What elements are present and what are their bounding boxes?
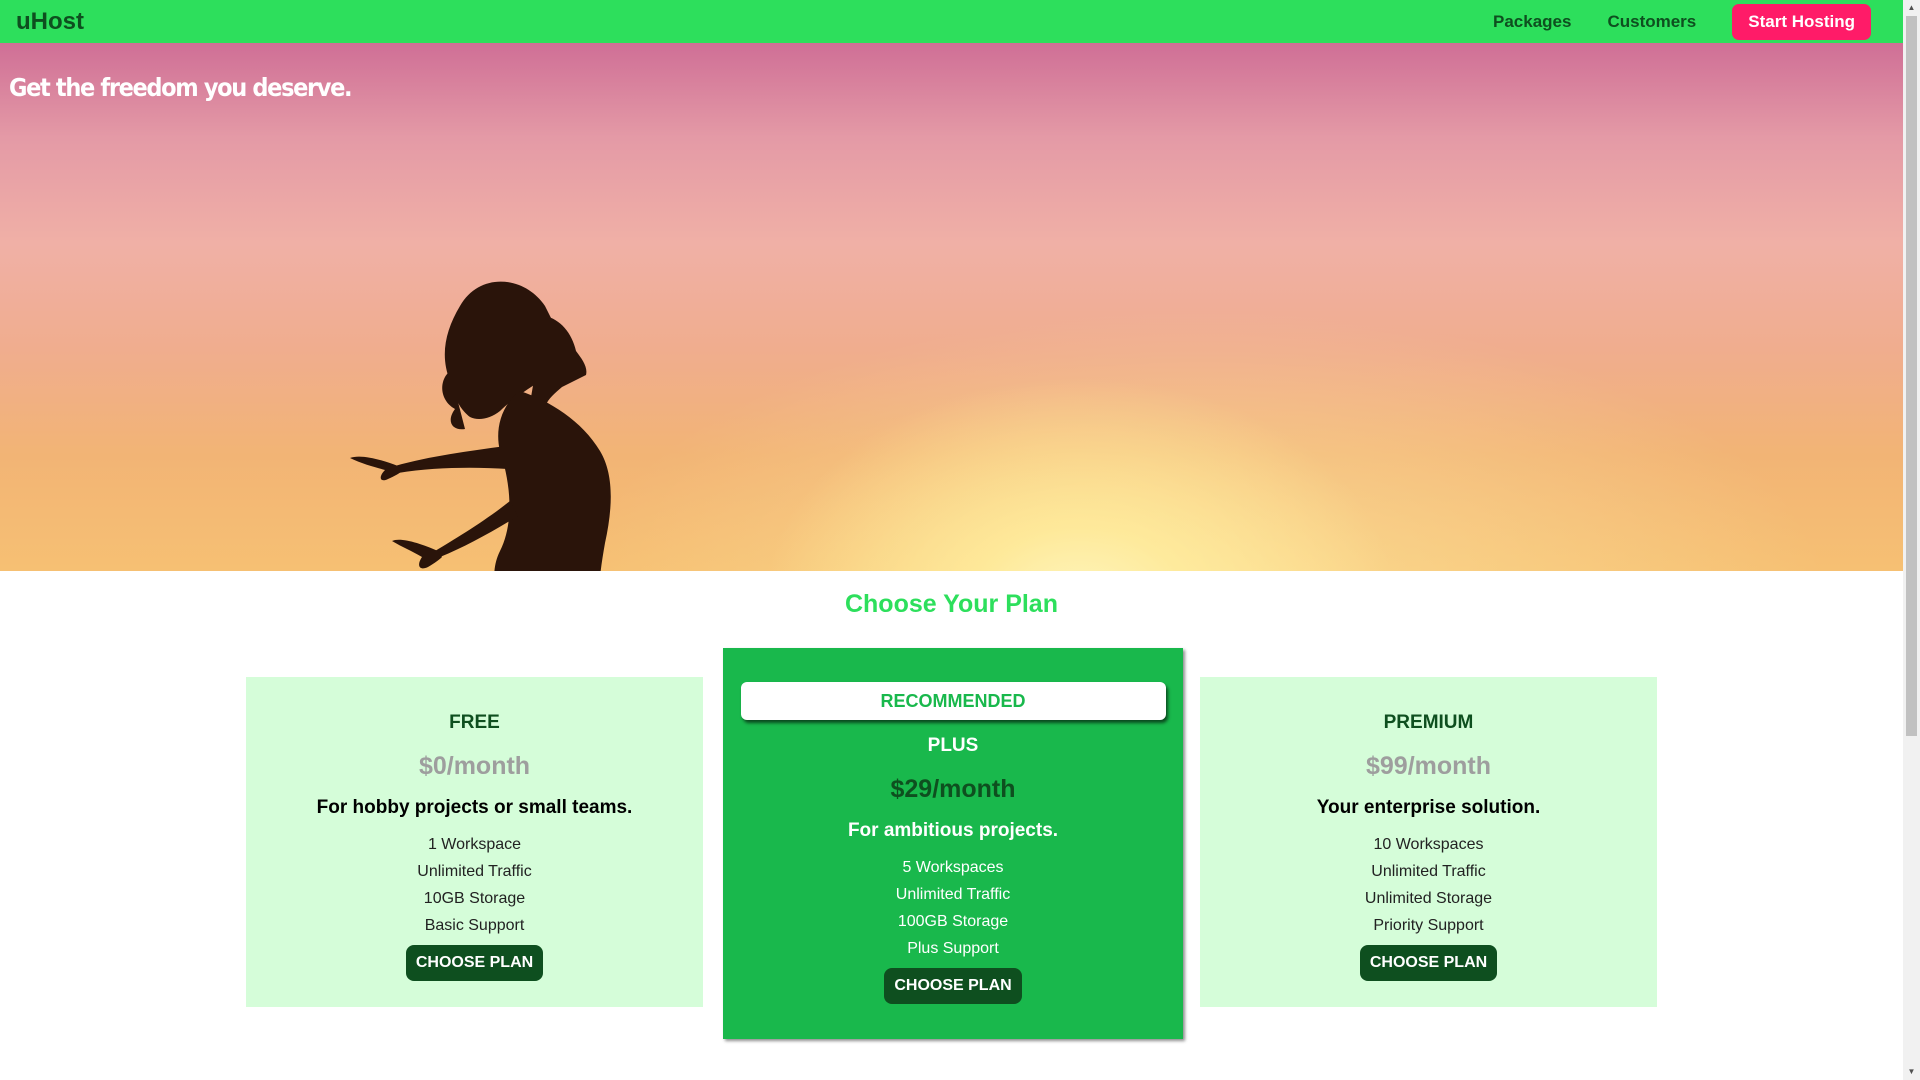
plan-price: $99/month — [1365, 752, 1492, 780]
plan-feature: Unlimited Storage — [1364, 890, 1493, 907]
plan-price: $0/month — [418, 752, 531, 780]
triangle-up-icon[interactable]: ▲ — [1903, 0, 1920, 16]
plan-features: 1 Workspace Unlimited Traffic 10GB Stora… — [246, 831, 703, 939]
plan-name: FREE — [449, 712, 500, 733]
plan-feature: Unlimited Traffic — [895, 886, 1011, 903]
start-hosting-button[interactable]: Start Hosting — [1732, 3, 1871, 40]
plan-feature: Unlimited Traffic — [417, 863, 532, 880]
page-scrollbar[interactable]: ▲ ▼ — [1903, 0, 1920, 1080]
plan-card-premium: PREMIUM $99/month Your enterprise soluti… — [1200, 677, 1657, 1007]
plan-feature: Unlimited Traffic — [1371, 863, 1486, 880]
hero-title: Get the freedom you deserve. — [9, 73, 353, 102]
plan-feature: 10GB Storage — [423, 890, 526, 907]
main-header: uHost Packages Customers Start Hosting — [0, 0, 1903, 43]
plan-feature: 10 Workspaces — [1373, 836, 1484, 853]
plan-feature: 100GB Storage — [897, 913, 1009, 930]
triangle-down-icon[interactable]: ▼ — [1903, 1064, 1920, 1080]
hero-banner: Get the freedom you deserve. — [0, 43, 1903, 571]
plan-description: For ambitious projects. — [847, 820, 1059, 841]
nav-link-packages[interactable]: Packages — [1493, 12, 1571, 32]
plan-feature: Priority Support — [1373, 917, 1484, 934]
choose-plan-plus-button[interactable]: CHOOSE PLAN — [884, 968, 1022, 1004]
choose-plan-free-button[interactable]: CHOOSE PLAN — [405, 945, 544, 981]
plan-description: Your enterprise solution. — [1316, 797, 1541, 818]
plan-feature: Plus Support — [907, 940, 999, 957]
plan-features: 5 Workspaces Unlimited Traffic 100GB Sto… — [723, 854, 1183, 962]
nav-link-customers[interactable]: Customers — [1607, 12, 1696, 32]
plan-name: PLUS — [927, 735, 979, 756]
scrollbar-thumb[interactable] — [1906, 16, 1917, 736]
plan-feature: Basic Support — [424, 917, 525, 934]
choose-plan-premium-button[interactable]: CHOOSE PLAN — [1359, 945, 1498, 981]
plan-feature: 5 Workspaces — [902, 859, 1004, 876]
plan-card-plus: RECOMMENDED PLUS $29/month For ambitious… — [723, 648, 1183, 1039]
plan-description: For hobby projects or small teams. — [316, 797, 633, 818]
plan-price: $29/month — [890, 775, 1016, 803]
recommended-badge: RECOMMENDED — [740, 682, 1166, 720]
brand-logo[interactable]: uHost — [16, 8, 84, 36]
plan-card-free: FREE $0/month For hobby projects or smal… — [246, 677, 703, 1007]
plan-name: PREMIUM — [1383, 712, 1474, 733]
plan-feature: 1 Workspace — [427, 836, 522, 853]
choose-plan-title: Choose Your Plan — [844, 590, 1058, 618]
sunset-glow — [0, 43, 1903, 571]
woman-silhouette-image — [350, 281, 611, 571]
plan-features: 10 Workspaces Unlimited Traffic Unlimite… — [1200, 831, 1657, 939]
main-nav: Packages Customers Start Hosting — [1493, 3, 1887, 40]
